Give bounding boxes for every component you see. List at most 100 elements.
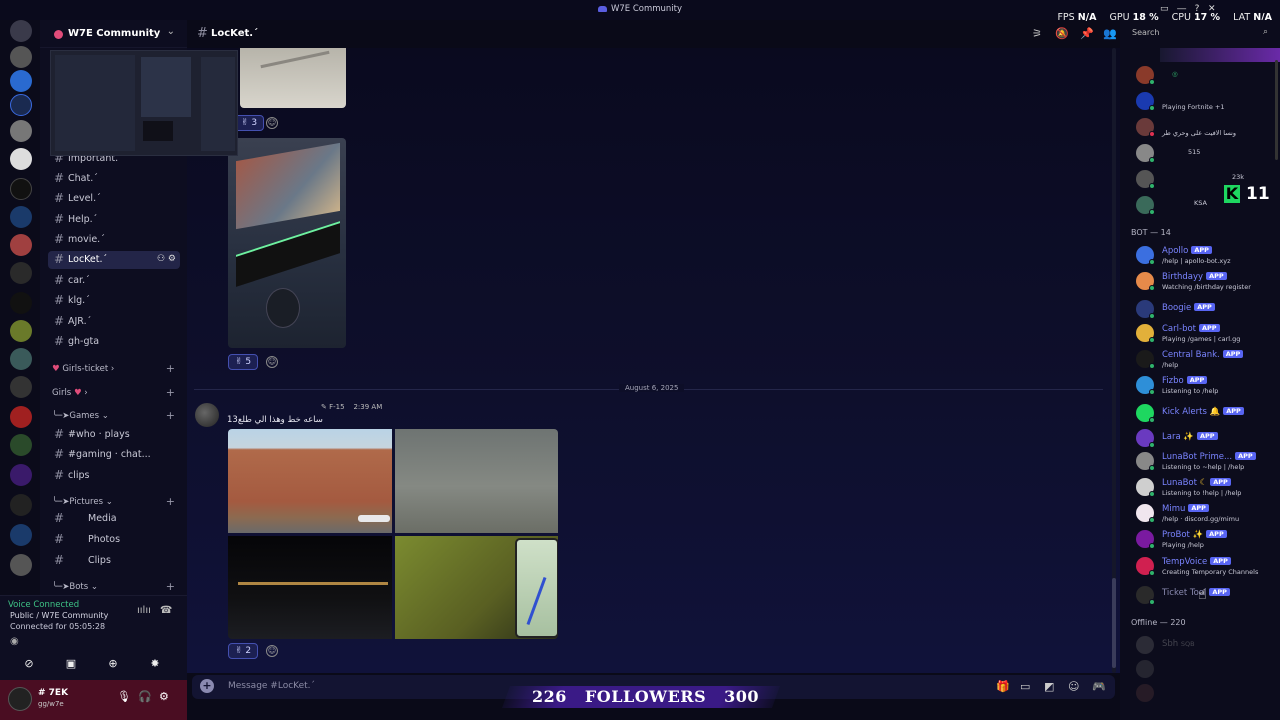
server-icon[interactable]	[10, 376, 32, 398]
channel-chat[interactable]: # Chat.´	[48, 170, 180, 188]
gear-icon[interactable]: ⚙	[159, 690, 169, 703]
member-row-lunabot[interactable]: LunaBot ☾ APP Listening to !help | /help	[1130, 476, 1278, 500]
member-row-lunabot-prime[interactable]: LunaBot Prime... APP Listening to ~help | …	[1130, 450, 1278, 474]
message-input[interactable]: Message #LocKet.´	[228, 681, 315, 691]
image-attachment[interactable]	[228, 138, 346, 348]
server-icon[interactable]	[10, 234, 32, 256]
server-icon[interactable]	[10, 178, 32, 200]
message-avatar[interactable]	[195, 403, 219, 427]
threads-icon[interactable]: ⚞	[1032, 27, 1042, 40]
gift-icon[interactable]: 🎁	[996, 680, 1010, 693]
category-girls[interactable]: Girls ♥ ›	[52, 388, 88, 398]
member-row-probot[interactable]: ProBot ✨ APP Playing /help	[1130, 528, 1278, 552]
server-icon[interactable]	[10, 148, 32, 170]
add-channel-icon[interactable]: +	[166, 495, 175, 508]
voice-user-avatar[interactable]: ◉	[10, 636, 19, 647]
server-icon[interactable]	[10, 94, 32, 116]
members-icon[interactable]: 👥	[1103, 27, 1117, 40]
member-row[interactable]: ◎	[1130, 64, 1278, 88]
server-icon[interactable]	[10, 70, 32, 92]
channel-gaming-chat[interactable]: # #gaming · chat...	[48, 446, 180, 464]
disconnect-icon[interactable]: ☎	[160, 605, 172, 616]
reaction-chip[interactable]: ✌ 3	[234, 115, 265, 131]
channel-help[interactable]: # Help.´	[48, 211, 180, 229]
server-icon[interactable]	[10, 434, 32, 456]
search-input[interactable]: Search ⌕	[1128, 25, 1272, 41]
category-games[interactable]: ╰─➤Games ⌄	[52, 411, 109, 421]
user-avatar[interactable]	[8, 687, 32, 711]
apps-icon[interactable]: 🎮	[1092, 680, 1106, 693]
gif-icon[interactable]: ▭	[1020, 680, 1030, 693]
add-channel-icon[interactable]: +	[166, 409, 175, 422]
channel-locket[interactable]: # LocKet.´ ⚇ ⚙	[48, 251, 180, 269]
reaction-chip[interactable]: ✌ 2	[228, 643, 259, 659]
channel-level[interactable]: # Level.´	[48, 190, 180, 208]
server-icon[interactable]	[10, 320, 32, 342]
member-row-carl-bot[interactable]: Carl-bot APP Playing /games | carl.gg	[1130, 322, 1278, 346]
category-pictures[interactable]: ╰─➤Pictures ⌄	[52, 497, 113, 507]
activity-icon[interactable]: ⊕	[98, 657, 128, 675]
reaction-chip[interactable]: ✌ 5	[228, 354, 259, 370]
camera-off-icon[interactable]: ⊘	[14, 657, 44, 675]
image-attachment[interactable]	[228, 536, 392, 639]
member-row-offline[interactable]	[1130, 682, 1278, 706]
add-attachment-icon[interactable]: +	[200, 679, 214, 693]
member-row-boogie[interactable]: Boogie APP	[1130, 298, 1278, 322]
screen-share-icon[interactable]: ▣	[56, 657, 86, 675]
sticker-icon[interactable]: ◩	[1044, 680, 1054, 693]
server-icon[interactable]	[10, 120, 32, 142]
member-row-tempvoice[interactable]: TempVoice APP Creating Temporary Channels	[1130, 555, 1278, 579]
emoji-icon[interactable]: ☺	[1068, 680, 1079, 693]
channel-who-plays[interactable]: # #who · plays	[48, 426, 180, 444]
add-reaction-icon[interactable]: ☺	[266, 117, 278, 129]
headphones-icon[interactable]: 🎧	[138, 690, 152, 703]
server-icon[interactable]	[10, 554, 32, 576]
microphone-icon[interactable]: 🎙	[117, 690, 131, 703]
add-channel-icon[interactable]: +	[166, 386, 175, 399]
server-icon[interactable]	[10, 292, 32, 314]
member-row-mimu[interactable]: Mimu APP/help · discord.gg/mimu	[1130, 502, 1278, 526]
soundboard-icon[interactable]: ✸	[140, 657, 170, 675]
channel-media[interactable]: # Media	[48, 510, 180, 528]
channel-settings-icon[interactable]: ⚇ ⚙	[157, 254, 176, 264]
add-reaction-icon[interactable]: ☺	[266, 645, 278, 657]
channel-photos[interactable]: # Photos	[48, 531, 180, 549]
chat-scrollbar[interactable]	[1112, 48, 1116, 673]
channel-movie[interactable]: # movie.´	[48, 231, 180, 249]
channel-ajr[interactable]: # AJR.´	[48, 313, 180, 331]
member-row[interactable]: 515	[1130, 142, 1278, 166]
server-icon[interactable]	[10, 494, 32, 516]
pin-icon[interactable]: 📌	[1080, 27, 1094, 40]
noise-suppression-icon[interactable]: ıılıı	[137, 605, 151, 616]
server-icon[interactable]	[10, 262, 32, 284]
server-icon[interactable]	[10, 206, 32, 228]
channel-klg[interactable]: # klg.´	[48, 292, 180, 310]
member-row-fizbo[interactable]: Fizbo APP Listening to /help	[1130, 374, 1278, 398]
member-row-offline[interactable]: Sbh SQB	[1130, 634, 1278, 658]
server-icon[interactable]	[10, 464, 32, 486]
server-icon[interactable]	[10, 46, 32, 68]
server-icon[interactable]	[10, 524, 32, 546]
member-row-central-bank[interactable]: Central Bank. APP/help	[1130, 348, 1278, 372]
add-channel-icon[interactable]: +	[166, 580, 175, 593]
image-attachment[interactable]	[240, 48, 346, 108]
screen-share-preview[interactable]	[50, 50, 238, 156]
server-header[interactable]: W7E Community ⌄	[40, 20, 187, 48]
member-row[interactable]: ونسا الافيت على وحري طر	[1130, 116, 1278, 140]
add-reaction-icon[interactable]: ☺	[266, 356, 278, 368]
member-row-lara[interactable]: Lara ✨ APP	[1130, 427, 1278, 451]
member-row[interactable]: Playing Fortnite +1	[1130, 90, 1278, 114]
image-attachment[interactable]	[395, 429, 558, 533]
category-girls-ticket[interactable]: ♥ Girls-ticket ›	[52, 364, 114, 374]
channel-clips[interactable]: # Clips	[48, 552, 180, 570]
image-attachment[interactable]	[395, 536, 558, 639]
chevron-down-icon[interactable]: ⌄	[167, 26, 175, 37]
image-attachment[interactable]	[228, 429, 392, 533]
voice-channel[interactable]: Public / W7E Community	[10, 611, 108, 620]
server-icon[interactable]	[10, 348, 32, 370]
member-row-kick-alerts[interactable]: Kick Alerts 🔔 APP	[1130, 402, 1278, 426]
member-row-apollo[interactable]: Apollo APP/help | apollo-bot.xyz	[1130, 244, 1278, 268]
channel-car[interactable]: # car.´	[48, 272, 180, 290]
channel-gh-gta[interactable]: # gh-gta	[48, 333, 180, 351]
add-channel-icon[interactable]: +	[166, 362, 175, 375]
